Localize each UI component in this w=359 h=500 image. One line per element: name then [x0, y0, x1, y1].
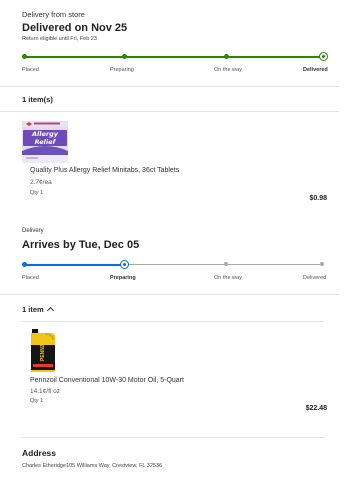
step-label-preparing: Preparing [110, 67, 134, 73]
step-dot-placed [22, 54, 27, 59]
step-label-delivered: Delivered [303, 275, 327, 281]
progress-line-complete [24, 264, 124, 266]
section-divider [0, 86, 339, 87]
product-unit-price: 2.7¢/ea [30, 179, 52, 186]
step-dot-placed [22, 262, 27, 267]
return-eligibility-note: Return eligible until Fri, Feb 23 [22, 36, 97, 42]
product-image-text: PENNZOIL [40, 335, 46, 361]
section-divider [0, 294, 339, 295]
product-image-motor-oil[interactable]: PENNZOIL [29, 328, 57, 374]
address-heading: Address [22, 448, 57, 458]
step-label-on-the-way: On the way [214, 275, 242, 281]
section-divider [22, 321, 324, 322]
product-image-text: Allergy Relief [23, 130, 67, 146]
product-name[interactable]: Quality Plus Allergy Relief Minitabs, 36… [30, 167, 179, 174]
product-price: $22.48 [305, 405, 327, 412]
step-dot-on-the-way [224, 262, 228, 266]
step-dot-preparing [122, 54, 127, 59]
product-quantity: Qty 1 [30, 190, 44, 196]
product-image-allergy-relief[interactable]: Allergy Relief [22, 121, 68, 163]
order-source-label: Delivery [22, 228, 44, 234]
order-status-title: Arrives by Tue, Dec 05 [22, 239, 140, 251]
delivery-progress-tracker: Placed Preparing On the way Delivered [22, 260, 327, 290]
step-dot-on-the-way [224, 54, 229, 59]
step-label-delivered: Delivered [303, 67, 328, 73]
section-divider [0, 111, 339, 112]
order-delivered-section: Delivery from store Delivered on Nov 25 … [0, 0, 359, 90]
progress-line-remaining [124, 264, 322, 265]
order-status-title: Delivered on Nov 25 [22, 22, 128, 34]
step-dot-delivered [319, 52, 328, 61]
step-dot-preparing [120, 260, 129, 269]
chevron-up-icon[interactable] [46, 306, 54, 315]
progress-line [24, 56, 322, 58]
items-count-heading: 1 item [22, 305, 44, 314]
step-label-on-the-way: On the way [214, 67, 242, 73]
product-quantity: Qty 1 [30, 398, 44, 404]
step-label-placed: Placed [22, 67, 39, 73]
step-label-preparing: Preparing [110, 275, 136, 281]
items-count-heading: 1 item(s) [22, 95, 53, 104]
step-dot-delivered [320, 262, 324, 266]
items-toggle[interactable]: 1 item [22, 305, 54, 315]
product-unit-price: 14.1¢/fl oz [30, 388, 60, 395]
product-name[interactable]: Pennzoil Conventional 10W-30 Motor Oil, … [30, 377, 184, 384]
step-label-placed: Placed [22, 275, 39, 281]
order-source-label: Delivery from store [22, 10, 85, 19]
section-divider [22, 437, 324, 438]
address-line: Charles Etheridge105 Williams Way, Crest… [22, 463, 163, 469]
order-in-progress-section: Delivery Arrives by Tue, Dec 05 Placed P… [0, 222, 359, 282]
delivery-progress-tracker: Placed Preparing On the way Delivered [22, 52, 328, 82]
product-price: $0.98 [309, 195, 327, 202]
